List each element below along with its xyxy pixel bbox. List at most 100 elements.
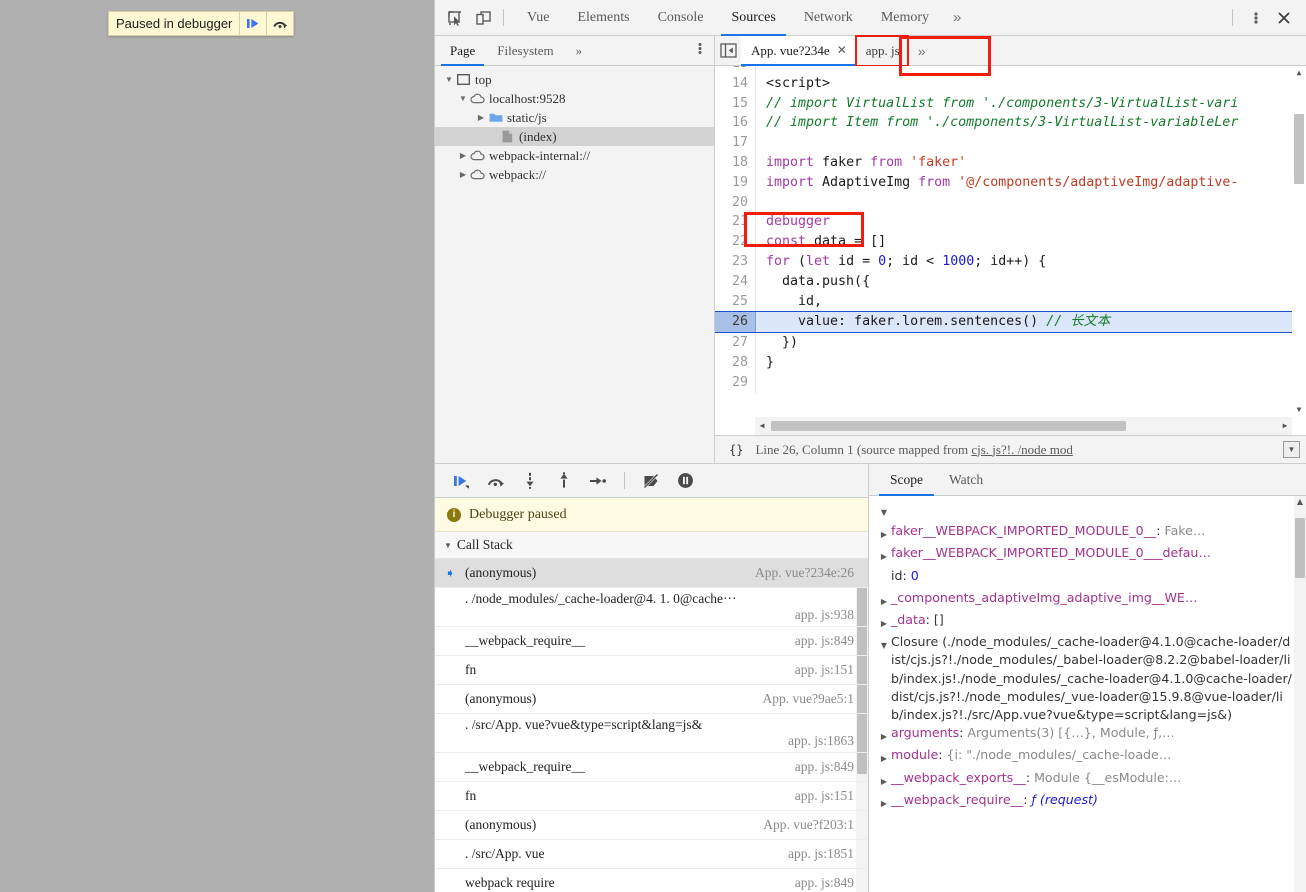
twisty-open-icon[interactable]: ▼ <box>877 500 891 522</box>
frame-location[interactable]: App. vue?9ae5:1 <box>753 691 854 707</box>
code-line[interactable]: 15 // import VirtualList from './componen… <box>715 93 1292 114</box>
twisty-open-icon[interactable]: ▼ <box>443 75 455 84</box>
line-number[interactable]: 14 <box>715 73 755 94</box>
editor-tab-app-vue[interactable]: App. vue?234e ✕ <box>741 35 856 66</box>
more-tabs-button[interactable]: » <box>943 9 971 26</box>
overlay-resume-button[interactable] <box>239 12 266 35</box>
line-content[interactable]: import faker from 'faker' <box>755 152 1292 173</box>
tab-memory[interactable]: Memory <box>867 0 943 36</box>
close-icon[interactable]: ✕ <box>837 43 847 58</box>
scope-property-row[interactable]: ▶ __webpack_exports__: Module {__esModule… <box>869 769 1292 791</box>
frame-location[interactable]: app. js:849 <box>785 875 854 891</box>
tab-vue[interactable]: Vue <box>513 0 563 36</box>
line-content[interactable]: import AdaptiveImg from '@/components/ad… <box>755 172 1292 193</box>
scope-property-row[interactable]: ▼ <box>869 500 1292 522</box>
tree-item-top[interactable]: ▼ top <box>435 70 714 89</box>
code-line[interactable]: 17 <box>715 133 1292 153</box>
frame-location[interactable]: app. js:1863 <box>445 733 854 749</box>
resume-script-button[interactable] <box>447 467 477 495</box>
line-number[interactable]: 24 <box>715 271 755 292</box>
code-line[interactable]: 27 }) <box>715 333 1292 353</box>
scope-property-row[interactable]: ▶ faker__WEBPACK_IMPORTED_MODULE_0___defa… <box>869 544 1292 566</box>
scope-property-row[interactable]: ▶ module: {i: "./node_modules/_cache-load… <box>869 746 1292 768</box>
code-line[interactable]: 19 import AdaptiveImg from '@/components/… <box>715 172 1292 193</box>
line-content[interactable] <box>755 192 1292 213</box>
twisty-closed-icon[interactable]: ▶ <box>877 746 891 768</box>
tree-item-index[interactable]: ▶ (index) <box>435 127 714 146</box>
line-content[interactable]: for (let id = 0; id < 1000; id++) { <box>755 251 1292 272</box>
frame-location[interactable]: app. js:151 <box>785 662 854 678</box>
editor-horizontal-scrollbar[interactable]: ◀ ▶ <box>755 417 1292 435</box>
frame-location[interactable]: App. vue?f203:1 <box>753 817 854 833</box>
pause-on-exceptions-button[interactable] <box>670 467 700 495</box>
line-number[interactable]: 13 <box>715 66 755 74</box>
twisty-open-icon[interactable]: ▼ <box>877 633 891 655</box>
tab-network[interactable]: Network <box>790 0 867 36</box>
line-content[interactable]: debugger <box>755 212 1292 233</box>
code-line[interactable]: 20 <box>715 192 1292 213</box>
source-map-link[interactable]: cjs. js?!. /node mod <box>971 442 1072 457</box>
line-number[interactable]: 26 <box>715 312 755 333</box>
pretty-print-button[interactable]: {} <box>729 443 743 457</box>
code-editor[interactable]: 1314 <script> 15 // import VirtualList from… <box>715 66 1306 435</box>
twisty-open-icon[interactable]: ▼ <box>457 94 469 103</box>
call-stack-frame[interactable]: . /src/App. vue?vue&type=script&lang=js&… <box>435 714 868 753</box>
tab-console[interactable]: Console <box>644 0 718 36</box>
tab-watch[interactable]: Watch <box>936 464 996 496</box>
call-stack-frame[interactable]: . /node_modules/_cache-loader@4. 1. 0@ca… <box>435 588 868 627</box>
code-line[interactable]: 26 value: faker.lorem.sentences() // 长文本 <box>715 311 1292 334</box>
tab-sources[interactable]: Sources <box>717 0 789 36</box>
step-out-button[interactable] <box>549 467 579 495</box>
show-navigator-button[interactable] <box>715 36 741 66</box>
twisty-closed-icon[interactable]: ▶ <box>877 724 891 746</box>
line-number[interactable]: 20 <box>715 192 755 213</box>
line-number[interactable]: 29 <box>715 372 755 393</box>
line-number[interactable]: 19 <box>715 172 755 193</box>
call-stack-frame[interactable]: (anonymous) App. vue?f203:1 <box>435 811 868 840</box>
step-into-button[interactable] <box>515 467 545 495</box>
close-devtools-button[interactable] <box>1270 4 1298 32</box>
call-stack-frame[interactable]: webpack require app. js:849 <box>435 869 868 892</box>
twisty-closed-icon[interactable]: ▶ <box>877 589 891 611</box>
code-line[interactable]: 22 const data = [] <box>715 232 1292 252</box>
frame-location[interactable]: app. js:1851 <box>778 846 854 862</box>
scroll-left-arrow-icon[interactable]: ◀ <box>755 416 769 435</box>
line-content[interactable]: data.push({ <box>755 271 1292 292</box>
call-stack-frame[interactable]: (anonymous) App. vue?9ae5:1 <box>435 685 868 714</box>
scope-property-row[interactable]: ▶ _data: [] <box>869 611 1292 633</box>
line-content[interactable] <box>755 66 1292 74</box>
code-line[interactable]: 14 <script> <box>715 73 1292 94</box>
twisty-closed-icon[interactable]: ▶ <box>877 611 891 633</box>
deactivate-breakpoints-button[interactable] <box>636 467 666 495</box>
call-stack-frame[interactable]: fn app. js:151 <box>435 782 868 811</box>
line-content[interactable] <box>755 372 1292 393</box>
code-line[interactable]: 24 data.push({ <box>715 271 1292 292</box>
frame-location[interactable]: app. js:849 <box>785 633 854 649</box>
code-line[interactable]: 28} <box>715 352 1292 373</box>
editor-tab-app-js[interactable]: app. js <box>854 34 909 67</box>
line-content[interactable]: } <box>755 352 1292 373</box>
call-stack-section-header[interactable]: ▼ Call Stack <box>435 532 868 559</box>
step-over-button[interactable] <box>481 467 511 495</box>
line-number[interactable]: 21 <box>715 212 755 233</box>
code-line[interactable]: 13 <box>715 66 1292 74</box>
line-content[interactable]: const data = [] <box>755 232 1292 252</box>
tab-scope[interactable]: Scope <box>877 464 936 496</box>
line-content[interactable]: id, <box>755 291 1292 312</box>
editor-tabs-more-button[interactable]: » <box>908 43 936 59</box>
line-content[interactable]: // import VirtualList from './components… <box>755 93 1292 114</box>
frame-location[interactable]: app. js:151 <box>785 788 854 804</box>
frame-location[interactable]: app. js:849 <box>785 759 854 775</box>
scope-property-row[interactable]: ▶id: 0 <box>869 567 1292 589</box>
inspect-element-button[interactable] <box>441 4 469 32</box>
line-content[interactable]: // import Item from './components/3-Virt… <box>755 113 1292 134</box>
overlay-step-over-button[interactable] <box>266 12 293 35</box>
scope-closure-row[interactable]: ▼ Closure (./node_modules/_cache-loader@4… <box>869 633 1292 724</box>
twisty-closed-icon[interactable]: ▶ <box>877 522 891 544</box>
scrollbar-thumb[interactable] <box>771 421 1126 431</box>
call-stack-frame[interactable]: . /src/App. vue app. js:1851 <box>435 840 868 869</box>
tab-elements[interactable]: Elements <box>563 0 643 36</box>
tree-item-localhost[interactable]: ▼ localhost:9528 <box>435 89 714 108</box>
code-line[interactable]: 25 id, <box>715 291 1292 312</box>
devtools-settings-menu-button[interactable] <box>1242 4 1270 32</box>
